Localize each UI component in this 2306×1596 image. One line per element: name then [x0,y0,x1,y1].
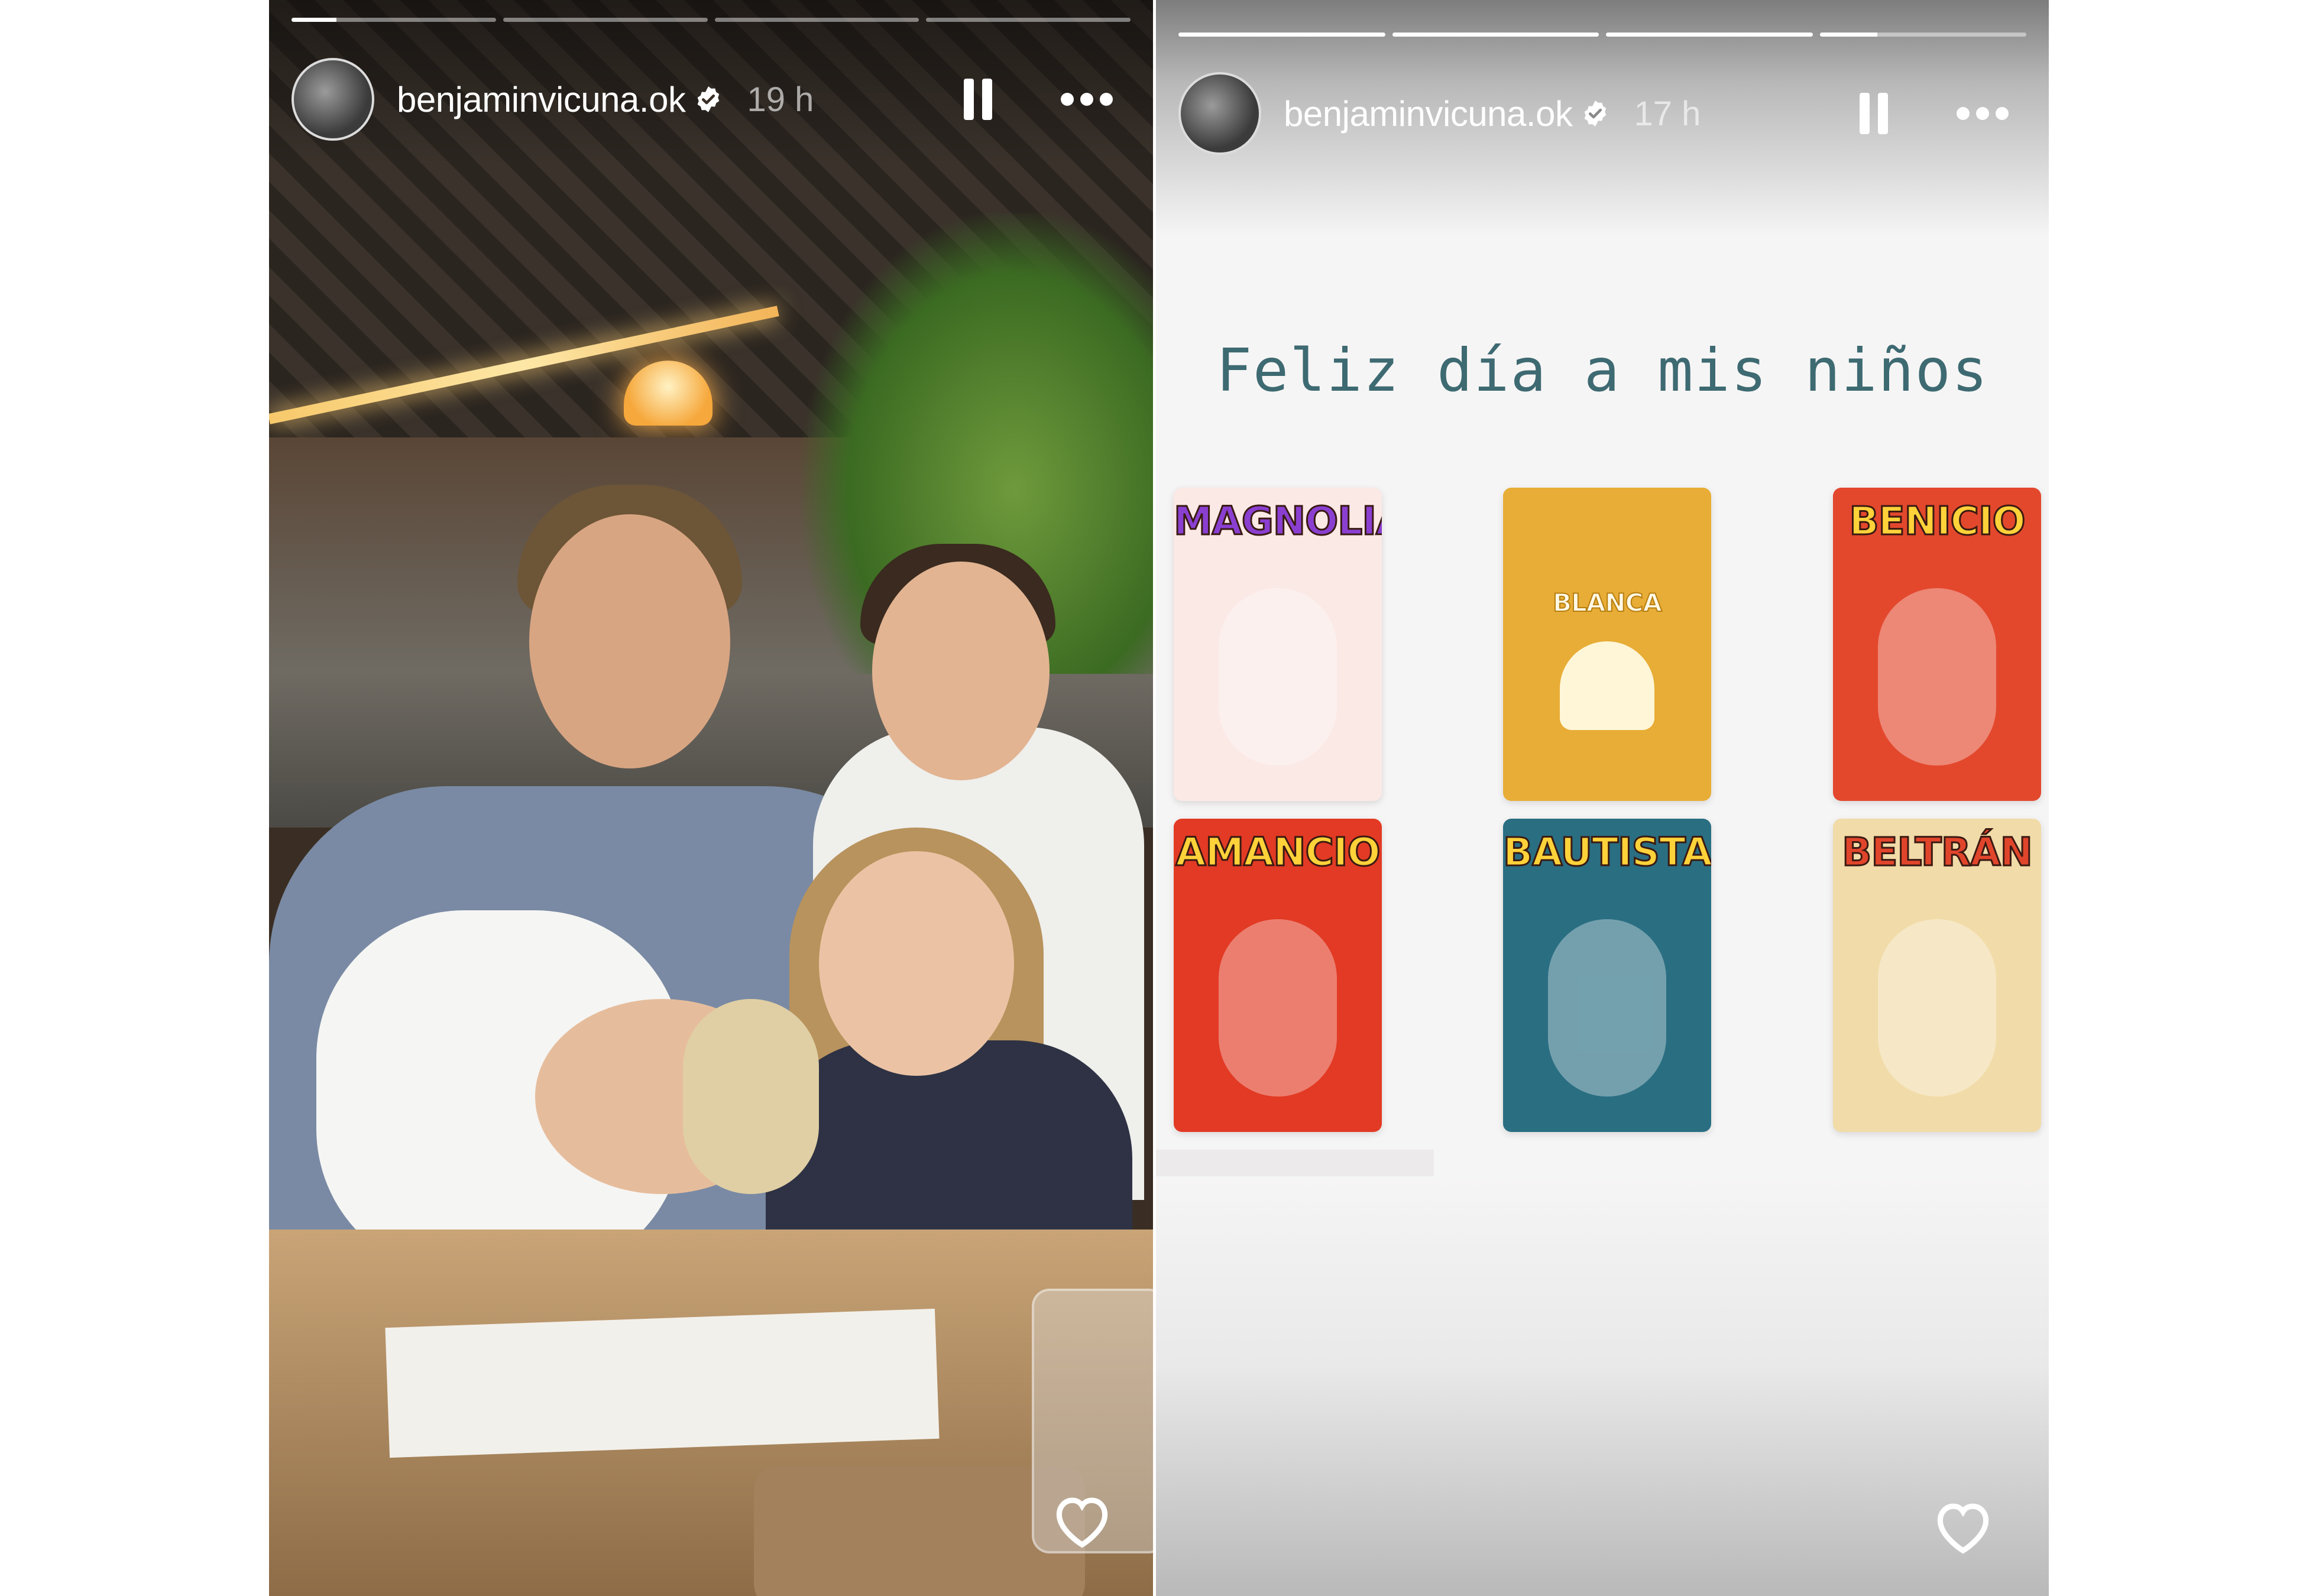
footer-gradient [1156,1176,2049,1596]
name-card-bautista: BAUTISTA [1503,819,1711,1132]
story-caption: Feliz día a mis niños [1216,336,1989,405]
heart-icon[interactable] [1931,1496,1996,1555]
pause-icon[interactable] [960,76,996,123]
photo-dad-face [529,514,730,768]
name-card-magnolia: MAGNOLIA [1174,488,1382,801]
photo-girl-face [819,851,1014,1076]
card-illustration [1560,641,1654,730]
card-illustration [1878,588,1996,765]
card-name-label: BENICIO [1848,498,2026,545]
name-card-blanca: BLANCA [1503,488,1711,801]
photo-boy-face [872,562,1050,780]
grid-strip [1156,1150,1434,1176]
story-progress-bar [1178,33,2026,37]
name-card-amancio: AMANCIO [1174,819,1382,1132]
card-illustration [1219,919,1337,1097]
story-text-panel[interactable]: benjaminvicuna.ok 17 h Feliz día a mis n… [1156,0,2049,1596]
card-name-label: BELTRÁN [1841,829,2034,876]
photo-napkin [385,1308,940,1458]
verified-badge-icon [698,86,720,112]
card-illustration [1878,919,1996,1097]
verified-badge-icon [1585,100,1607,126]
card-name-label: BLANCA [1552,588,1663,618]
progress-segment [714,18,919,22]
card-name-label: BAUTISTA [1503,829,1711,876]
name-card-benicio: BENICIO [1833,488,2041,801]
card-illustration [1219,588,1337,765]
card-illustration [1548,919,1666,1097]
story-timestamp: 17 h [1634,94,1701,133]
card-name-label: AMANCIO [1175,829,1381,876]
avatar[interactable] [292,58,374,141]
name-card-beltrán: BELTRÁN [1833,819,2041,1132]
avatar[interactable] [1178,72,1261,155]
username[interactable]: benjaminvicuna.ok [397,79,686,120]
progress-segment [1819,33,2026,37]
progress-segment [926,18,1131,22]
story-timestamp: 19 h [747,80,814,119]
progress-segment [503,18,708,22]
more-options-icon[interactable] [1061,93,1113,106]
more-options-icon[interactable] [1957,107,2009,120]
story-photo-panel[interactable]: benjaminvicuna.ok 19 h [269,0,1153,1596]
story-header: benjaminvicuna.ok 19 h [292,58,1131,141]
card-name-label: MAGNOLIA [1174,498,1382,545]
progress-segment [1178,33,1385,37]
progress-segment [1392,33,1599,37]
story-header: benjaminvicuna.ok 17 h [1178,72,2026,155]
heart-icon[interactable] [1050,1490,1115,1549]
story-progress-bar [292,18,1131,22]
username[interactable]: benjaminvicuna.ok [1284,93,1573,134]
pause-icon[interactable] [1856,90,1892,137]
progress-segment [1606,33,1813,37]
photo-toddler-hair [683,999,819,1194]
progress-segment [292,18,496,22]
